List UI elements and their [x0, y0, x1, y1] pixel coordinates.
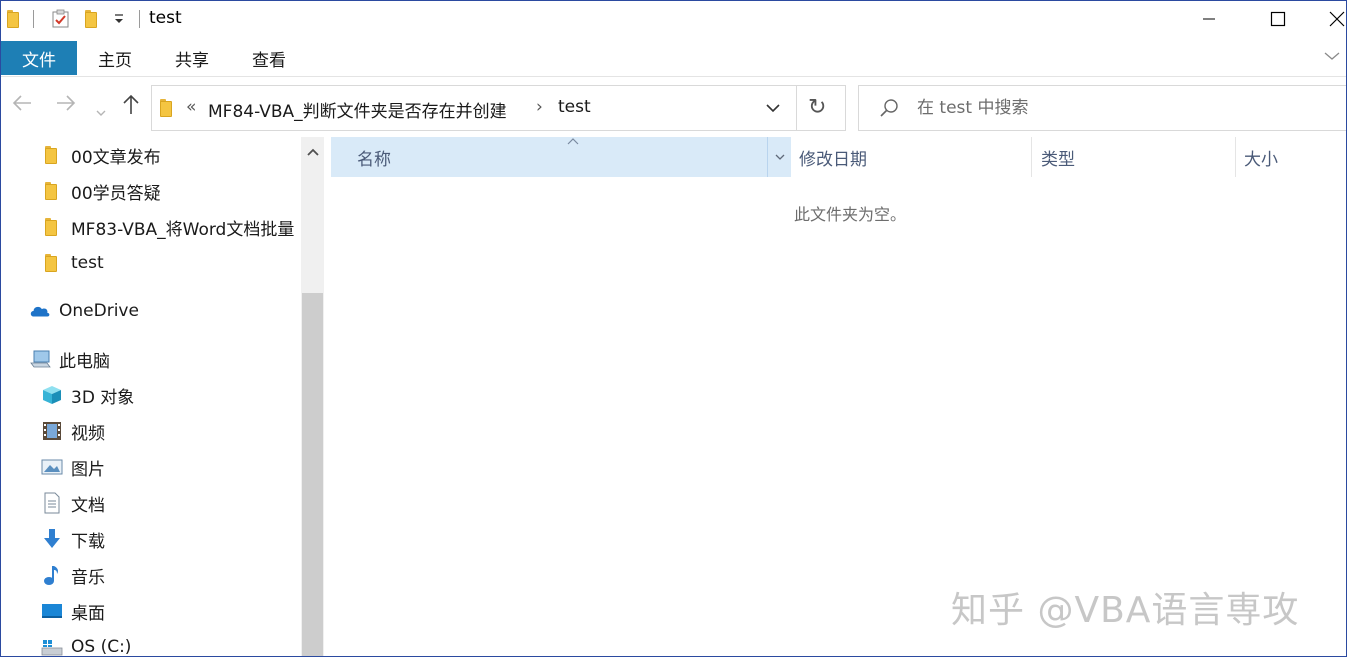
- sidebar-item-folder-qa[interactable]: 00学员答疑: [41, 176, 161, 206]
- search-icon: [880, 99, 898, 117]
- sidebar-item-label: 桌面: [71, 603, 105, 624]
- empty-folder-message: 此文件夹为空。: [794, 205, 907, 224]
- sidebar-item-label: 下载: [71, 531, 105, 552]
- sidebar-item-3d-objects[interactable]: 3D 对象: [41, 380, 134, 410]
- tab-view[interactable]: 查看: [235, 41, 303, 75]
- sidebar-item-pictures[interactable]: 图片: [41, 452, 105, 482]
- sidebar-item-downloads[interactable]: 下载: [41, 524, 105, 554]
- properties-checkmark-icon[interactable]: [51, 8, 71, 30]
- tab-home[interactable]: 主页: [81, 41, 149, 75]
- sidebar-item-label: 00学员答疑: [71, 183, 161, 204]
- window-title: test: [149, 8, 182, 28]
- sidebar-item-label: 图片: [71, 459, 105, 480]
- computer-icon: [29, 348, 51, 370]
- desktop-icon: [41, 600, 63, 622]
- sidebar-item-label: 音乐: [71, 567, 105, 588]
- column-header-date-modified[interactable]: 修改日期: [799, 137, 1029, 177]
- column-header-label: 类型: [1041, 149, 1075, 170]
- sidebar-item-label: 此电脑: [59, 351, 110, 372]
- back-arrow-icon[interactable]: [11, 93, 33, 118]
- breadcrumb-parent-folder[interactable]: MF84-VBA_判断文件夹是否存在并创建: [208, 97, 507, 122]
- sidebar-item-label: 00文章发布: [71, 147, 161, 168]
- minimize-button[interactable]: [1179, 1, 1239, 37]
- cloud-icon: [29, 300, 51, 322]
- cube-icon: [41, 384, 63, 406]
- document-icon: [41, 492, 63, 514]
- scrollbar-thumb[interactable]: [302, 293, 323, 656]
- close-button[interactable]: [1317, 1, 1346, 37]
- folder-icon: [41, 216, 63, 238]
- sidebar-item-label: OS (C:): [71, 637, 132, 657]
- scroll-up-arrow-icon[interactable]: [301, 137, 324, 167]
- sidebar-item-this-pc[interactable]: 此电脑: [29, 344, 110, 374]
- file-list-pane: 名称 修改日期 类型 大小 此文件夹为空。: [325, 137, 1346, 656]
- sort-ascending-caret-icon: [567, 138, 579, 145]
- sidebar-item-label: 文档: [71, 495, 105, 516]
- navigation-pane-scrollbar[interactable]: [301, 137, 324, 656]
- expand-ribbon-chevron-icon[interactable]: [1324, 51, 1340, 61]
- breadcrumb-current-folder[interactable]: test: [558, 97, 591, 117]
- up-arrow-icon[interactable]: [121, 93, 141, 120]
- watermark: 知乎 @VBA语言専攻: [951, 590, 1300, 631]
- column-divider[interactable]: [1031, 137, 1032, 177]
- navigation-bar: « MF84-VBA_判断文件夹是否存在并创建 › test ↻: [1, 81, 1346, 133]
- sidebar-item-os-drive[interactable]: OS (C:): [41, 632, 132, 657]
- forward-arrow-icon[interactable]: [55, 93, 77, 118]
- sidebar-item-label: MF83-VBA_将Word文档批量: [71, 219, 295, 240]
- picture-icon: [41, 456, 63, 478]
- sidebar-item-folder-test[interactable]: test: [41, 248, 104, 278]
- sidebar-item-folder-mf83[interactable]: MF83-VBA_将Word文档批量: [41, 212, 294, 242]
- download-arrow-icon: [41, 528, 63, 550]
- sidebar-item-desktop[interactable]: 桌面: [41, 596, 105, 626]
- maximize-button[interactable]: [1248, 1, 1308, 37]
- sidebar-item-label: 视频: [71, 423, 105, 444]
- folder-icon: [41, 180, 63, 202]
- music-note-icon: [41, 564, 63, 586]
- refresh-icon[interactable]: ↻: [808, 95, 826, 120]
- breadcrumb-overflow[interactable]: «: [186, 97, 196, 117]
- column-divider[interactable]: [1235, 137, 1236, 177]
- address-history-chevron-icon[interactable]: [764, 99, 782, 117]
- address-bar[interactable]: « MF84-VBA_判断文件夹是否存在并创建 › test ↻: [151, 85, 846, 131]
- column-header-label: 大小: [1244, 149, 1278, 170]
- sidebar-item-label: test: [71, 253, 104, 273]
- drive-icon: [41, 636, 63, 656]
- quick-access-folder-icon: [7, 8, 21, 30]
- sidebar-item-documents[interactable]: 文档: [41, 488, 105, 518]
- sidebar-item-folder-articles[interactable]: 00文章发布: [41, 140, 161, 170]
- tab-share[interactable]: 共享: [158, 41, 226, 75]
- search-input[interactable]: [917, 95, 1317, 121]
- breadcrumb-separator[interactable]: ›: [536, 97, 543, 117]
- sidebar-item-label: 3D 对象: [71, 387, 135, 408]
- folder-icon: [160, 99, 174, 121]
- new-folder-icon[interactable]: [85, 8, 99, 30]
- navigation-pane: 00文章发布 00学员答疑 MF83-VBA_将Word文档批量 test On…: [1, 137, 301, 657]
- sidebar-item-label: OneDrive: [59, 301, 139, 321]
- column-header-size[interactable]: 大小: [1244, 137, 1344, 177]
- ribbon-tab-bar: 文件 主页 共享 查看: [1, 41, 1346, 77]
- folder-icon: [41, 252, 63, 274]
- sidebar-item-videos[interactable]: 视频: [41, 416, 105, 446]
- folder-icon: [41, 144, 63, 166]
- toolbar-divider: [139, 10, 140, 28]
- file-explorer-window: test 文件 主页 共享 查看 « MF84-VBA_判断文件夹是否存在并创建…: [0, 0, 1347, 657]
- address-divider: [796, 86, 797, 130]
- sidebar-item-music[interactable]: 音乐: [41, 560, 105, 590]
- recent-locations-chevron-icon[interactable]: [95, 99, 107, 123]
- column-header-name[interactable]: 名称: [331, 137, 789, 177]
- customize-toolbar-dropdown-icon[interactable]: [113, 8, 125, 30]
- title-bar: test: [1, 1, 1346, 39]
- search-box[interactable]: [858, 85, 1346, 131]
- column-header-label: 修改日期: [799, 149, 867, 170]
- column-filter-dropdown-icon[interactable]: [767, 137, 791, 177]
- film-icon: [41, 420, 63, 442]
- toolbar-divider: [33, 10, 34, 28]
- sidebar-item-onedrive[interactable]: OneDrive: [29, 296, 139, 326]
- tab-file[interactable]: 文件: [1, 41, 77, 75]
- column-header-type[interactable]: 类型: [1041, 137, 1231, 177]
- column-header-label: 名称: [357, 149, 391, 170]
